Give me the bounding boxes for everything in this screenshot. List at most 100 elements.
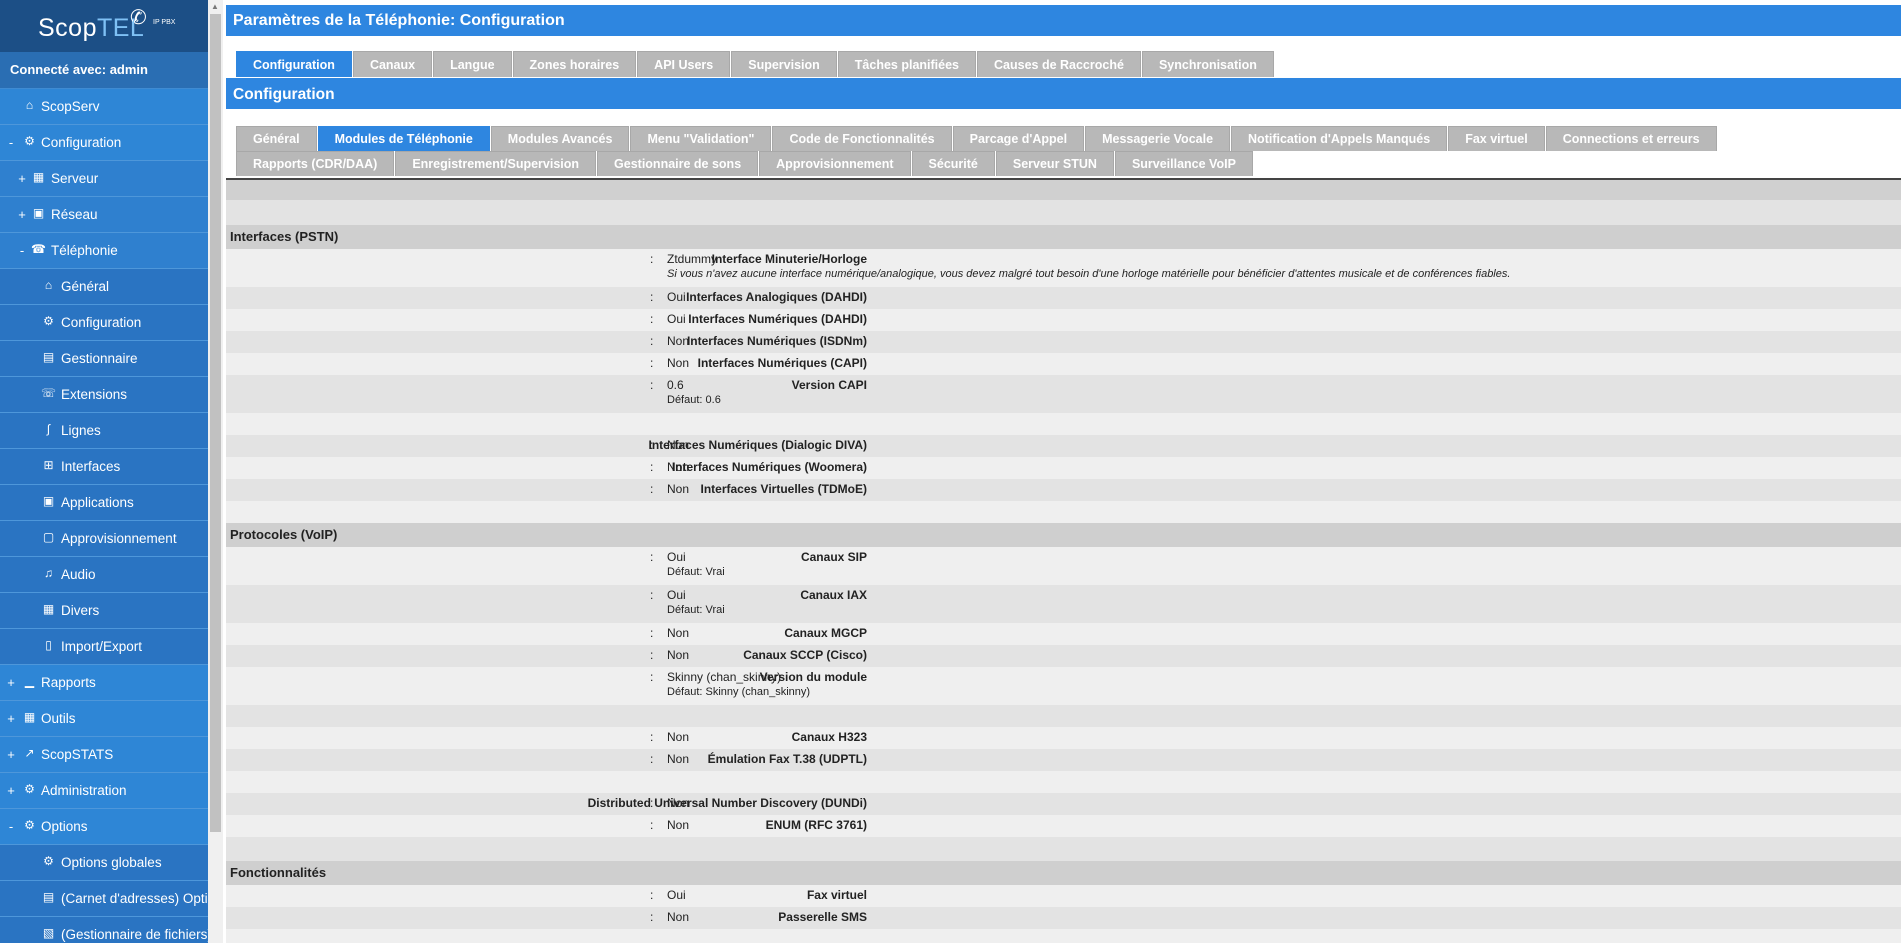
tab-canaux[interactable]: Canaux	[352, 51, 433, 77]
collapse-icon[interactable]: -	[6, 809, 16, 844]
subtab-enregistrement-supervision[interactable]: Enregistrement/Supervision	[395, 151, 597, 176]
subtab-approvisionnement[interactable]: Approvisionnement	[759, 151, 911, 176]
expand-icon[interactable]: +	[6, 665, 16, 700]
subtab-fax-virtuel[interactable]: Fax virtuel	[1448, 126, 1545, 151]
sidebar-item-label: Options	[41, 819, 88, 834]
subtab-securite[interactable]: Sécurité	[911, 151, 995, 176]
sidebar-item-outils[interactable]: + ▦ Outils	[0, 701, 208, 737]
tab-api-users[interactable]: API Users	[637, 51, 731, 77]
sidebar-item-options-globales[interactable]: ⚙ Options globales	[0, 845, 208, 881]
row-value[interactable]: Oui	[667, 290, 686, 304]
row-value[interactable]: Oui	[667, 550, 686, 564]
row-value[interactable]: Non	[667, 796, 689, 810]
sidebar-item-gestionnaire[interactable]: ▤ Gestionnaire	[0, 341, 208, 377]
subtab-general[interactable]: Général	[236, 126, 317, 151]
subtab-parcage-d-appel[interactable]: Parcage d'Appel	[952, 126, 1085, 151]
sidebar-item-serveur[interactable]: + ▦ Serveur	[0, 161, 208, 197]
sidebar-item-label: ScopSTATS	[41, 747, 114, 762]
row-sms-gateway: Passerelle SMS : Non	[226, 907, 1901, 929]
sidebar-item-extensions[interactable]: ☏ Extensions	[0, 377, 208, 413]
sidebar-item-options[interactable]: - ⚙ Options	[0, 809, 208, 845]
sidebar-item-audio[interactable]: ♫ Audio	[0, 557, 208, 593]
audio-icon: ♫	[44, 566, 53, 580]
tab-configuration[interactable]: Configuration	[236, 51, 352, 77]
sidebar-item-label: Divers	[61, 603, 100, 618]
row-value[interactable]: Non	[667, 910, 689, 924]
sidebar-item-import-export[interactable]: ▯ Import/Export	[0, 629, 208, 665]
sidebar-item-interfaces[interactable]: ⊞ Interfaces	[0, 449, 208, 485]
sidebar-item-reseau[interactable]: + ▣ Réseau	[0, 197, 208, 233]
row-capi-version: Version CAPI : 0.6 Défaut: 0.6	[226, 375, 1901, 413]
row-value[interactable]: Non	[667, 818, 689, 832]
tab-supervision[interactable]: Supervision	[731, 51, 837, 77]
row-h323-channels: Canaux H323 : Non	[226, 727, 1901, 749]
row-value[interactable]: Non	[667, 730, 689, 744]
toolbar-strip	[226, 180, 1901, 200]
row-value[interactable]: Oui	[667, 888, 686, 902]
scrollbar-thumb[interactable]	[210, 14, 221, 832]
subtab-modules-avances[interactable]: Modules Avancés	[490, 126, 630, 151]
row-colon: :	[650, 378, 654, 392]
sidebar-item-gestionnaire-de-fichiers-options[interactable]: ▧ (Gestionnaire de fichiers) Options	[0, 917, 208, 943]
subtab-code-de-fonctionnalites[interactable]: Code de Fonctionnalités	[772, 126, 952, 151]
sidebar-item-configuration[interactable]: - ⚙ Configuration	[0, 125, 208, 161]
row-value[interactable]: Non	[667, 648, 689, 662]
tab-zones-horaires[interactable]: Zones horaires	[512, 51, 637, 77]
subtab-gestionnaire-de-sons[interactable]: Gestionnaire de sons	[597, 151, 759, 176]
sidebar-item-scopstats[interactable]: + ↗ ScopSTATS	[0, 737, 208, 773]
row-value[interactable]: Oui	[667, 312, 686, 326]
subtab-messagerie-vocale[interactable]: Messagerie Vocale	[1085, 126, 1231, 151]
network-icon: ▣	[32, 206, 45, 220]
sidebar-item-lignes[interactable]: ∫ Lignes	[0, 413, 208, 449]
sidebar-item-scopserv[interactable]: ⌂ ScopServ	[0, 89, 208, 125]
collapse-icon[interactable]: -	[17, 233, 27, 268]
row-value[interactable]: Non	[667, 334, 689, 348]
row-value[interactable]: Non	[667, 752, 689, 766]
subtab-notification-d-appels-manques[interactable]: Notification d'Appels Manqués	[1231, 126, 1448, 151]
subtab-connections-et-erreurs[interactable]: Connections et erreurs	[1545, 126, 1717, 151]
row-value[interactable]: 0.6	[667, 378, 684, 392]
row-mgcp-channels: Canaux MGCP : Non	[226, 623, 1901, 645]
sidebar-item-general[interactable]: ⌂ Général	[0, 269, 208, 305]
sidebar-item-applications[interactable]: ▣ Applications	[0, 485, 208, 521]
expand-icon[interactable]: +	[17, 197, 27, 232]
sidebar-item-telephonie[interactable]: - ☎ Téléphonie	[0, 233, 208, 269]
subtab-surveillance-voip[interactable]: Surveillance VoIP	[1114, 151, 1253, 176]
sidebar-item-configuration[interactable]: ⚙ Configuration	[0, 305, 208, 341]
tab-taches-planifiees[interactable]: Tâches planifiées	[837, 51, 976, 77]
sidebar-item-divers[interactable]: ▦ Divers	[0, 593, 208, 629]
subtab-modules-de-telephonie[interactable]: Modules de Téléphonie	[317, 126, 490, 151]
row-value[interactable]: Non	[667, 356, 689, 370]
subtab-serveur-stun[interactable]: Serveur STUN	[995, 151, 1114, 176]
subtab-menu-validation[interactable]: Menu "Validation"	[630, 126, 772, 151]
collapse-icon[interactable]: -	[6, 125, 16, 160]
row-value[interactable]: Oui	[667, 588, 686, 602]
row-value[interactable]: Ztdummy	[667, 252, 717, 266]
home-icon: ⌂	[44, 278, 53, 292]
expand-icon[interactable]: +	[6, 773, 16, 808]
row-value[interactable]: Non	[667, 460, 689, 474]
sidebar-item-label: Général	[61, 279, 110, 294]
row-value[interactable]: Non	[667, 482, 689, 496]
row-value[interactable]: Non	[667, 626, 689, 640]
row-value[interactable]: Non	[667, 438, 689, 452]
row-label: Canaux IAX	[800, 588, 867, 602]
row-colon: :	[650, 796, 654, 810]
subtab-rapports-cdr-daa[interactable]: Rapports (CDR/DAA)	[236, 151, 395, 176]
sidebar-item-administration[interactable]: + ⚙ Administration	[0, 773, 208, 809]
sidebar-item-carnet-d-adresses-options[interactable]: ▤ (Carnet d'adresses) Options	[0, 881, 208, 917]
sidebar-scrollbar[interactable]: ▲	[208, 0, 223, 943]
tab-causes-de-raccroche[interactable]: Causes de Raccroché	[977, 51, 1141, 77]
expand-icon[interactable]: +	[17, 161, 27, 196]
tab-synchronisation[interactable]: Synchronisation	[1141, 51, 1274, 77]
sidebar-item-approvisionnement[interactable]: ▢ Approvisionnement	[0, 521, 208, 557]
row-default: Défaut: Vrai	[667, 604, 725, 616]
expand-icon[interactable]: +	[6, 701, 16, 736]
row-colon: :	[650, 626, 654, 640]
expand-icon[interactable]: +	[6, 737, 16, 772]
scroll-up-arrow-icon[interactable]: ▲	[211, 2, 219, 11]
tab-langue[interactable]: Langue	[433, 51, 512, 77]
scoptel-logo[interactable]: ScopTEL ✆ IP PBX	[0, 0, 208, 52]
sidebar-item-rapports[interactable]: + ▁ Rapports	[0, 665, 208, 701]
row-value[interactable]: Skinny (chan_skinny)	[667, 670, 781, 684]
